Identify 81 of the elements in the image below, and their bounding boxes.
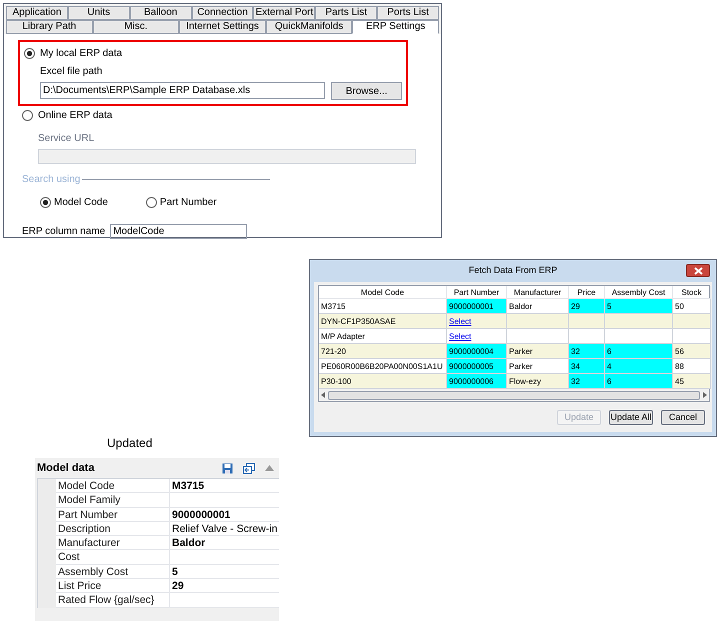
table-cell: 9000000001 bbox=[447, 299, 507, 314]
tab[interactable]: Parts List bbox=[315, 6, 378, 20]
property-value: 9000000001 bbox=[171, 508, 232, 521]
property-name: Manufacturer bbox=[56, 536, 170, 550]
radio-label: Model Code bbox=[54, 196, 108, 210]
property-name: Model Family bbox=[56, 493, 170, 507]
table-cell: 32 bbox=[569, 374, 605, 389]
close-button[interactable] bbox=[686, 264, 710, 277]
dialog-button[interactable]: Cancel bbox=[661, 410, 705, 425]
table-cell: 56 bbox=[673, 344, 711, 359]
field-label: Excel file path bbox=[40, 65, 104, 79]
table-cell: 88 bbox=[673, 359, 711, 374]
radio-label: Part Number bbox=[160, 196, 217, 210]
radio-label: My local ERP data bbox=[40, 47, 122, 61]
property-name: Description bbox=[56, 522, 170, 536]
scroll-left-icon[interactable] bbox=[321, 392, 325, 398]
table-cell: 45 bbox=[673, 374, 711, 389]
table-cell: 9000000005 bbox=[447, 359, 507, 374]
table-cell: Flow-ezy bbox=[507, 374, 569, 389]
property-value: Baldor bbox=[171, 536, 206, 550]
radio-label: Online ERP data bbox=[38, 109, 112, 123]
tab[interactable]: External Port bbox=[253, 6, 316, 20]
table-cell: 34 bbox=[569, 359, 605, 374]
tab[interactable]: Connection bbox=[192, 6, 254, 20]
table-cell: 32 bbox=[569, 344, 605, 359]
field-label: ERP column name bbox=[22, 225, 106, 239]
dialog-button[interactable]: Update All bbox=[609, 410, 653, 425]
table-cell: Parker bbox=[507, 359, 569, 374]
table-cell: 9000000006 bbox=[447, 374, 507, 389]
select-link[interactable]: Select bbox=[449, 317, 472, 326]
column-name-field[interactable]: ModelCode bbox=[110, 224, 248, 239]
table-cell: 5 bbox=[605, 299, 673, 314]
property-name: Rated Flow {gal/sec} bbox=[56, 593, 170, 607]
tab[interactable]: Balloon bbox=[130, 6, 192, 20]
property-name: Part Number bbox=[56, 508, 170, 521]
tab[interactable]: Ports List bbox=[377, 6, 440, 20]
table-cell: 29 bbox=[569, 299, 605, 314]
table-cell: PE060R00B6B20PA00N00S1A1U bbox=[319, 359, 447, 374]
property-value: M3715 bbox=[171, 479, 206, 492]
panel-title: Model data bbox=[37, 460, 96, 476]
field-label: Service URL bbox=[38, 132, 96, 146]
scrollbar-thumb[interactable] bbox=[328, 390, 700, 400]
property-name: Cost bbox=[56, 550, 170, 564]
table-cell: M/P Adapter bbox=[319, 329, 447, 344]
tab[interactable]: Application bbox=[6, 6, 68, 20]
radio-button[interactable] bbox=[40, 197, 51, 208]
table-cell: 6 bbox=[605, 344, 673, 359]
scroll-right-icon[interactable] bbox=[703, 392, 707, 398]
table-cell: 6 bbox=[605, 374, 673, 389]
tab[interactable]: Units bbox=[68, 6, 130, 20]
table-cell: 4 bbox=[605, 359, 673, 374]
file-path-field[interactable]: D:\Documents\ERP\Sample ERP Database.xls bbox=[40, 82, 326, 99]
tab[interactable]: QuickManifolds bbox=[266, 20, 352, 34]
table-cell: DYN-CF1P350ASAE bbox=[319, 314, 447, 329]
tab[interactable]: ERP Settings bbox=[352, 20, 439, 34]
caption: Updated bbox=[107, 435, 152, 452]
window-icon[interactable] bbox=[243, 462, 255, 474]
table-cell: 721-20 bbox=[319, 344, 447, 359]
radio-button[interactable] bbox=[146, 197, 157, 208]
property-value: Relief Valve - Screw-in bbox=[171, 522, 278, 536]
property-value: 29 bbox=[171, 579, 185, 592]
group-label: Search using bbox=[22, 173, 80, 187]
tab[interactable]: Library Path bbox=[6, 20, 93, 34]
save-icon[interactable] bbox=[222, 462, 233, 474]
close-icon bbox=[694, 266, 702, 274]
table-cell: 9000000004 bbox=[447, 344, 507, 359]
select-link[interactable]: Select bbox=[449, 332, 472, 341]
property-name: Model Code bbox=[56, 479, 170, 492]
table-cell: Parker bbox=[507, 344, 569, 359]
tab[interactable]: Misc. bbox=[92, 20, 180, 34]
radio-button[interactable] bbox=[24, 48, 35, 59]
table-cell: P30-100 bbox=[319, 374, 447, 389]
property-name: Assembly Cost bbox=[56, 564, 170, 578]
table-cell: Baldor bbox=[507, 299, 569, 314]
property-value: 5 bbox=[171, 564, 179, 578]
dialog-title: Fetch Data From ERP bbox=[468, 264, 558, 278]
property-name: List Price bbox=[56, 579, 170, 592]
tab[interactable]: Internet Settings bbox=[179, 20, 266, 34]
table-cell: 50 bbox=[673, 299, 711, 314]
table-cell: M3715 bbox=[319, 299, 447, 314]
browse-button[interactable]: Browse... bbox=[331, 82, 402, 100]
